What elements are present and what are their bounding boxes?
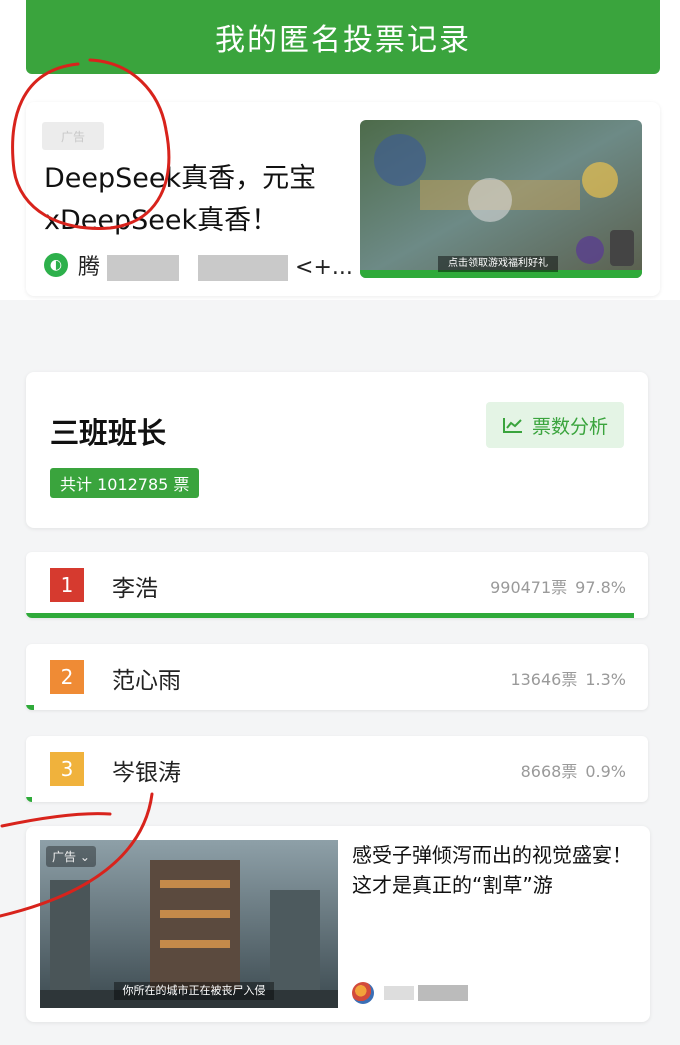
rank-badge: 1	[50, 568, 84, 602]
ad-city-thumbnail[interactable]: 广告 ⌄ 你所在的城市正在被丧尸入侵	[40, 840, 338, 1008]
total-votes-badge: 共计 1012785 票	[50, 468, 200, 498]
vote-percent: 1.3%	[585, 670, 626, 689]
ad-source-row	[352, 982, 468, 1004]
candidate-row[interactable]: 2 范心雨 13646票 1.3%	[26, 644, 648, 710]
top-ad-card[interactable]: 广告 DeepSeek真香，元宝xDeepSeek真香！ ◐ 腾 <+... 点…	[26, 102, 660, 296]
candidate-stats: 13646票 1.3%	[510, 666, 626, 690]
my-anonymous-votes-button[interactable]: 我的匿名投票记录	[26, 0, 660, 74]
vote-count: 8668票	[520, 762, 578, 781]
ad-tag: 广告 ⌄	[46, 846, 96, 867]
vote-share-bar	[26, 613, 635, 618]
poll-summary-card: 三班班长 票数分析 共计 1012785 票	[26, 372, 648, 528]
candidate-stats: 8668票 0.9%	[521, 758, 626, 782]
advertiser-avatar	[352, 982, 374, 1004]
line-chart-icon	[502, 418, 522, 433]
yuanbao-logo-icon: ◐	[44, 253, 68, 277]
ad-source-row: ◐ 腾 <+...	[44, 250, 354, 281]
vote-percent: 0.9%	[585, 762, 626, 781]
vote-analysis-button[interactable]: 票数分析	[486, 402, 624, 448]
candidate-row[interactable]: 3 岑银涛 8668票 0.9%	[26, 736, 648, 802]
vote-count: 13646票	[510, 670, 578, 689]
candidate-name: 李浩	[112, 576, 158, 602]
rank-badge: 3	[50, 752, 84, 786]
vote-share-bar	[26, 797, 33, 802]
bottom-ad-card[interactable]: 广告 ⌄ 你所在的城市正在被丧尸入侵 感受子弹倾泻而出的视觉盛宴！这才是真正的“…	[26, 826, 650, 1022]
poll-title: 三班班长	[50, 416, 167, 450]
candidate-row[interactable]: 1 李浩 990471票 97.8%	[26, 552, 648, 618]
analysis-label: 票数分析	[531, 415, 608, 438]
ad-source: 腾 <+...	[78, 255, 353, 281]
ad-title: DeepSeek真香，元宝xDeepSeek真香！	[44, 163, 317, 236]
vote-share-bar	[26, 705, 35, 710]
header-title: 我的匿名投票记录	[215, 23, 471, 58]
ad-thumbnail-caption: 点击领取游戏福利好礼	[448, 258, 548, 269]
candidate-name: 岑银涛	[112, 760, 181, 786]
ad-thumbnail-caption: 你所在的城市正在被丧尸入侵	[114, 982, 274, 1000]
candidate-name: 范心雨	[112, 668, 181, 694]
rank-badge: 2	[50, 660, 84, 694]
ad-title: 感受子弹倾泻而出的视觉盛宴！这才是真正的“割草”游	[352, 843, 632, 897]
ad-source-suffix: <+...	[295, 255, 353, 280]
ad-tag: 广告	[42, 122, 104, 150]
candidate-stats: 990471票 97.8%	[490, 574, 626, 598]
ad-game-thumbnail[interactable]: 点击领取游戏福利好礼	[360, 120, 642, 278]
vote-percent: 97.8%	[575, 578, 626, 597]
vote-count: 990471票	[490, 578, 568, 597]
